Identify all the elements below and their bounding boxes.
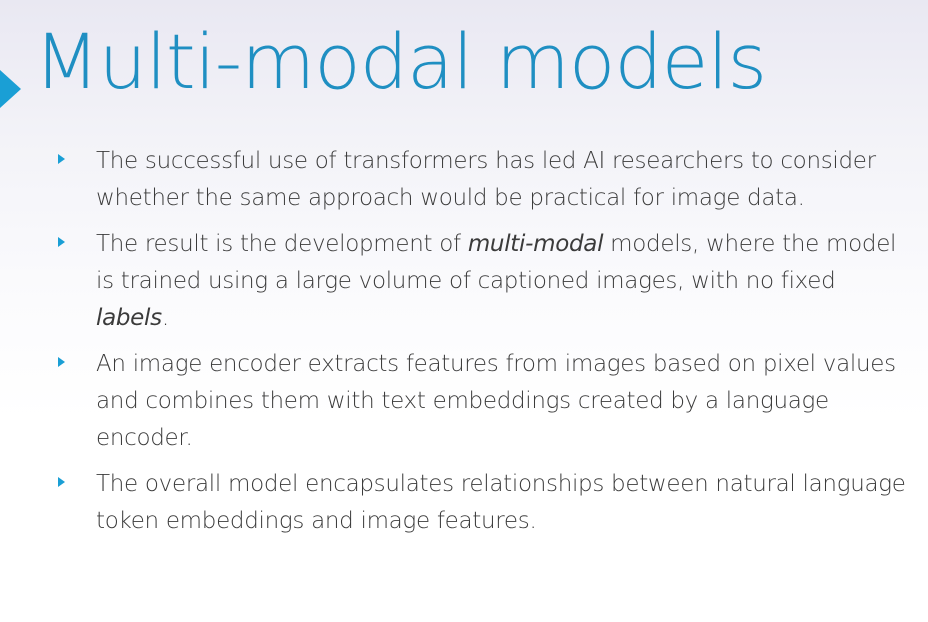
bullet-arrow-icon bbox=[58, 477, 65, 487]
bullet-item-overall-model: The overall model encapsulates relations… bbox=[0, 466, 928, 540]
bullet-item-multi-modal: The result is the development of multi-m… bbox=[0, 226, 928, 337]
slide-title: Multi-modal models bbox=[34, 17, 767, 106]
bullet-text: The successful use of transformers has l… bbox=[96, 148, 876, 211]
bullet-text-emphasis: multi-modal bbox=[467, 231, 604, 257]
bullet-text-part: The result is the development of bbox=[96, 231, 468, 257]
bullet-arrow-icon bbox=[58, 237, 65, 247]
bullet-text: An image encoder extracts features from … bbox=[96, 351, 896, 451]
bullet-arrow-icon bbox=[58, 154, 65, 164]
bullet-item-transformers: The successful use of transformers has l… bbox=[0, 143, 928, 217]
bullet-item-image-encoder: An image encoder extracts features from … bbox=[0, 346, 928, 457]
bullet-text-emphasis: labels bbox=[96, 305, 162, 331]
bullet-arrow-icon bbox=[58, 357, 65, 367]
title-marker-triangle-icon bbox=[0, 70, 21, 108]
bullet-list: The successful use of transformers has l… bbox=[0, 143, 928, 549]
bullet-text: The overall model encapsulates relations… bbox=[96, 471, 906, 534]
bullet-text-part: . bbox=[161, 305, 169, 331]
